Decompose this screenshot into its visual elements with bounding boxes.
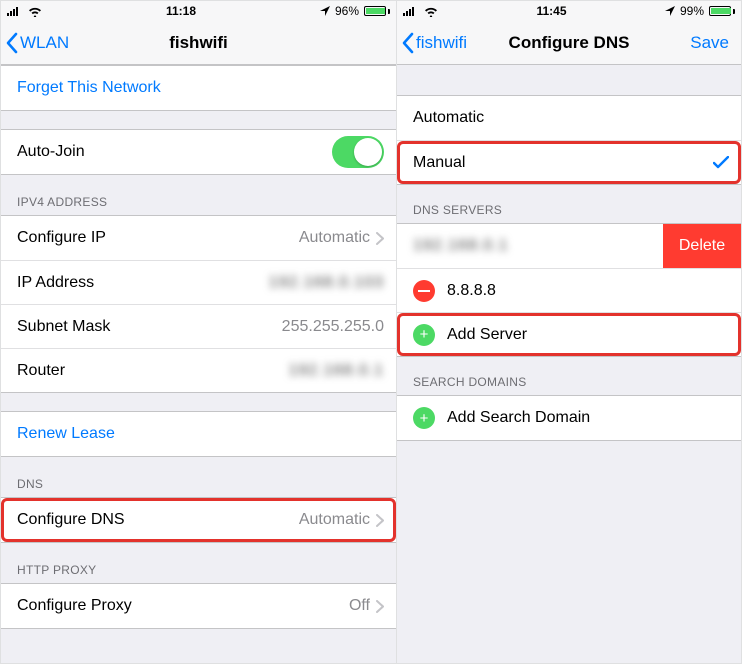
add-icon: + [413, 407, 435, 429]
ip-address-row: IP Address 192.168.0.103 [1, 260, 396, 304]
cellular-signal-icon [403, 6, 419, 16]
clock: 11:18 [166, 4, 196, 18]
add-server-row[interactable]: + Add Server [397, 312, 741, 356]
configure-ip-label: Configure IP [17, 229, 106, 247]
configure-dns-label: Configure DNS [17, 511, 125, 529]
delete-button[interactable]: Delete [663, 224, 741, 268]
wifi-icon [424, 6, 438, 17]
configure-dns-value: Automatic [299, 511, 370, 529]
back-label: WLAN [20, 33, 69, 53]
router-label: Router [17, 362, 65, 380]
navbar: WLAN fishwifi [1, 21, 396, 65]
router-value: 192.168.0.1 [288, 362, 384, 380]
dns-server-2-value: 8.8.8.8 [447, 282, 496, 300]
option-manual[interactable]: Manual [397, 140, 741, 184]
statusbar: 11:45 99% [397, 1, 741, 21]
chevron-left-icon [5, 32, 18, 54]
add-search-domain-row[interactable]: + Add Search Domain [397, 396, 741, 440]
back-button[interactable]: WLAN [1, 32, 69, 54]
ip-address-value: 192.168.0.103 [269, 274, 384, 292]
configure-ip-row[interactable]: Configure IP Automatic [1, 216, 396, 260]
dns-header: DNS [1, 457, 396, 497]
option-manual-label: Manual [413, 154, 465, 172]
clock: 11:45 [536, 4, 566, 18]
location-arrow-icon [665, 6, 675, 16]
forget-network-button[interactable]: Forget This Network [1, 66, 396, 110]
wifi-icon [28, 6, 42, 17]
cellular-signal-icon [7, 6, 23, 16]
dns-server-row-2[interactable]: 8.8.8.8 [397, 268, 741, 312]
ip-address-label: IP Address [17, 274, 94, 292]
auto-join-row: Auto-Join [1, 130, 396, 174]
chevron-left-icon [401, 32, 414, 54]
navbar: fishwifi Configure DNS Save [397, 21, 741, 65]
add-search-domain-label: Add Search Domain [447, 409, 590, 427]
dns-server-1-value: 192.168.0.1 [413, 237, 509, 255]
back-button[interactable]: fishwifi [397, 32, 467, 54]
configure-proxy-row[interactable]: Configure Proxy Off [1, 584, 396, 628]
back-label: fishwifi [416, 33, 467, 53]
chevron-right-icon [376, 600, 384, 613]
chevron-right-icon [376, 514, 384, 527]
forget-label: Forget This Network [17, 79, 161, 97]
statusbar: 11:18 96% [1, 1, 396, 21]
chevron-right-icon [376, 232, 384, 245]
battery-percent: 99% [680, 4, 704, 18]
ipv4-header: IPV4 ADDRESS [1, 175, 396, 215]
search-domains-header: SEARCH DOMAINS [397, 357, 741, 395]
remove-icon[interactable] [413, 280, 435, 302]
save-button[interactable]: Save [690, 33, 729, 53]
battery-percent: 96% [335, 4, 359, 18]
auto-join-label: Auto-Join [17, 143, 85, 161]
dns-servers-header: DNS SERVERS [397, 185, 741, 223]
location-arrow-icon [320, 6, 330, 16]
battery-icon [709, 6, 735, 16]
configure-proxy-label: Configure Proxy [17, 597, 132, 615]
configure-dns-row[interactable]: Configure DNS Automatic [1, 498, 396, 542]
battery-icon [364, 6, 390, 16]
option-automatic[interactable]: Automatic [397, 96, 741, 140]
checkmark-icon [713, 156, 729, 169]
renew-lease-button[interactable]: Renew Lease [1, 412, 396, 456]
add-icon: + [413, 324, 435, 346]
subnet-mask-label: Subnet Mask [17, 318, 110, 336]
subnet-mask-row: Subnet Mask 255.255.255.0 [1, 304, 396, 348]
renew-lease-label: Renew Lease [17, 425, 115, 443]
router-row: Router 192.168.0.1 [1, 348, 396, 392]
auto-join-toggle[interactable] [332, 136, 384, 168]
configure-proxy-value: Off [349, 597, 370, 615]
dns-server-row-1[interactable]: 192.168.0.1 Delete [397, 224, 741, 268]
option-automatic-label: Automatic [413, 109, 484, 127]
add-server-label: Add Server [447, 326, 527, 344]
http-proxy-header: HTTP PROXY [1, 543, 396, 583]
subnet-mask-value: 255.255.255.0 [282, 318, 384, 336]
configure-ip-value: Automatic [299, 229, 370, 247]
